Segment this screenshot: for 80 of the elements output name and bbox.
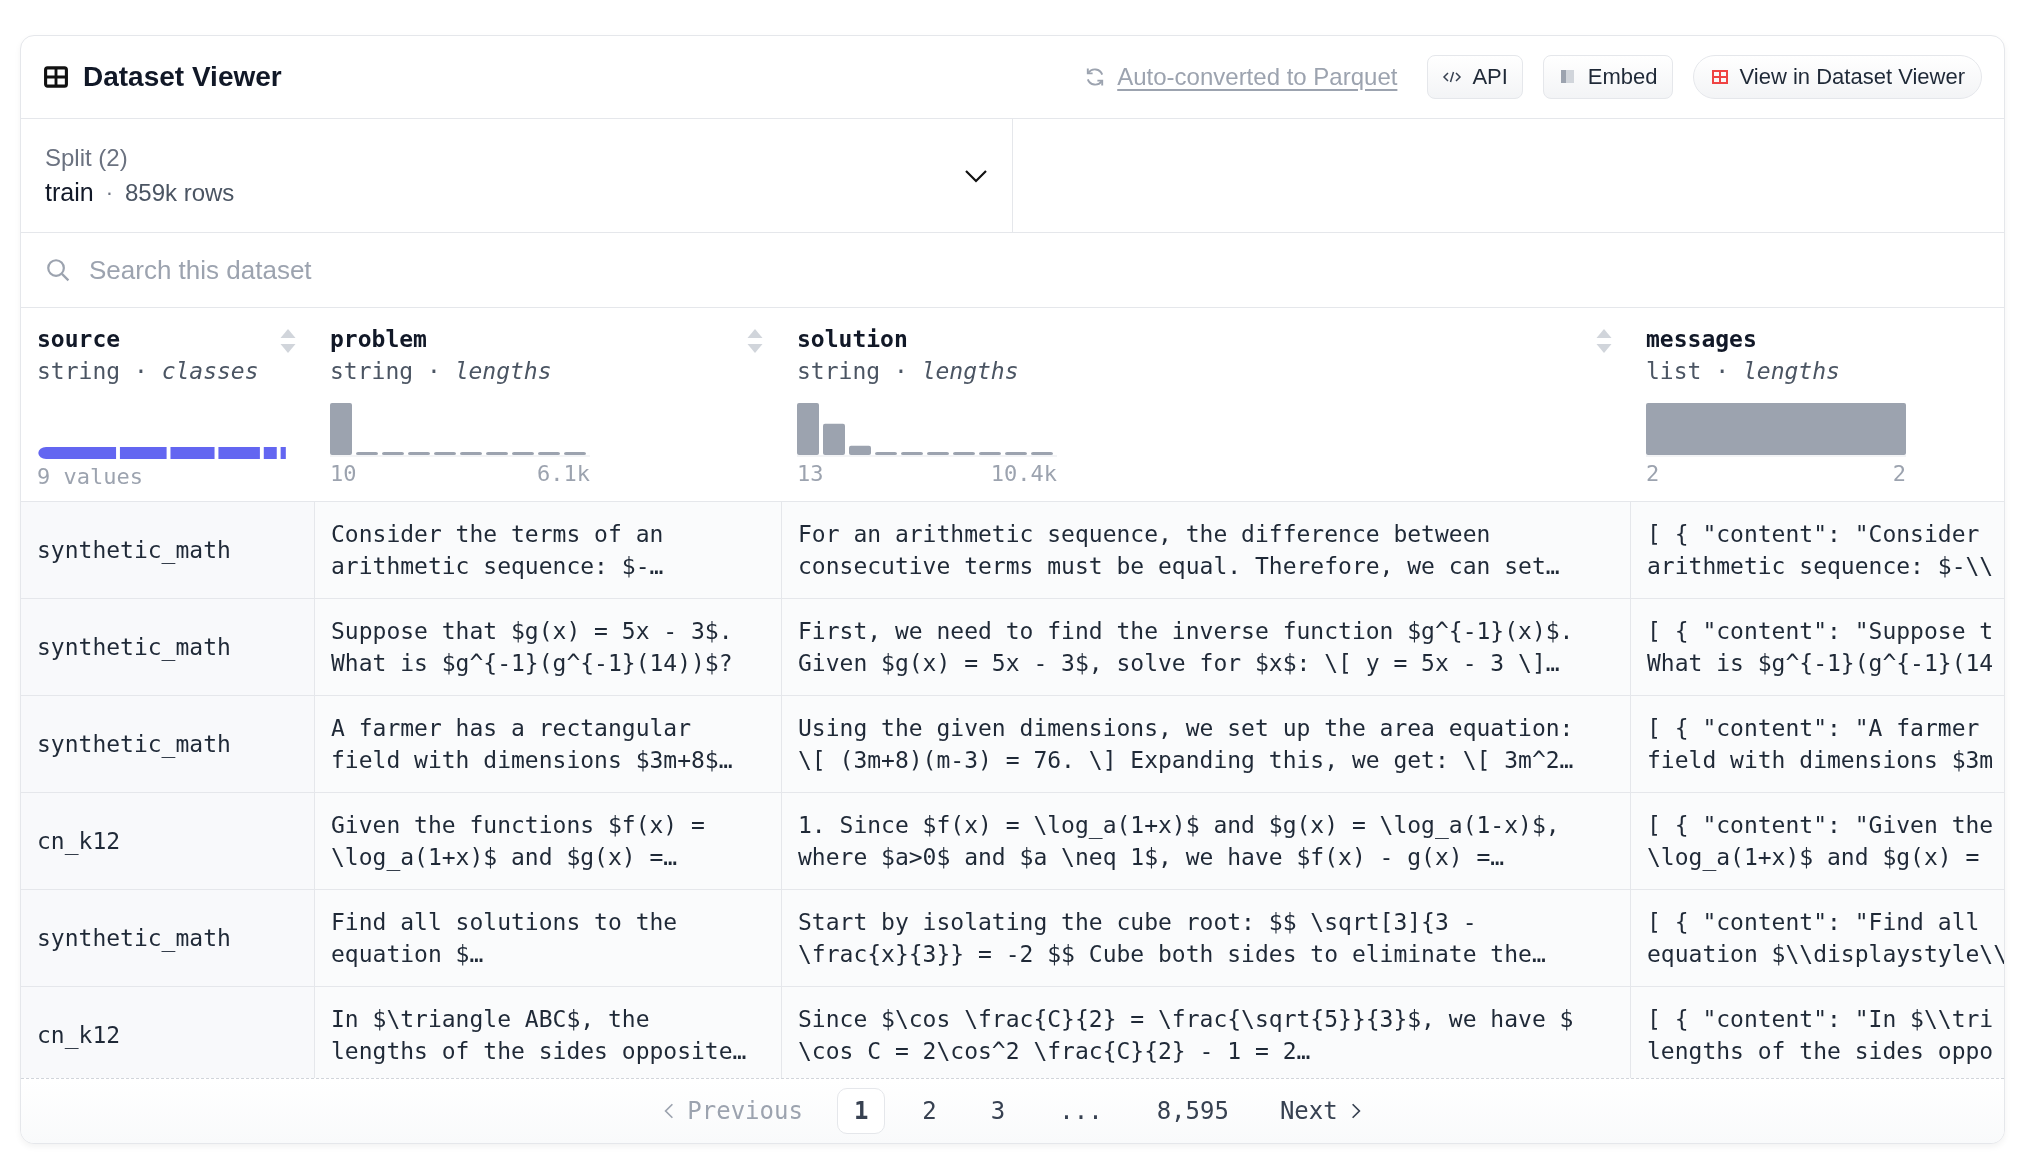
table-cell: Given the functions $f(x) = \log_a(1+x)$ and $g(x) =… <box>314 793 781 890</box>
histogram-bar <box>538 452 560 455</box>
histogram-bar <box>927 452 949 455</box>
chevron-down-icon <box>964 168 988 183</box>
table-cell: 1. Since $f(x) = \log_a(1+x)$ and $g(x) = \log_a(1-x)$, where $a>0$ and $a \neq 1$, we have $f(x) - g(x) =… <box>781 793 1630 890</box>
table-cell: First, we need to find the inverse function $g^{-1}(x)$. Given $g(x) = 5x - 3$, solve for $x$: \[ y = 5x - 3 \]… <box>781 599 1630 696</box>
table-icon <box>1709 67 1730 87</box>
api-button[interactable]: API <box>1427 55 1523 99</box>
page-link[interactable]: 1 <box>836 1088 886 1134</box>
table-cell: For an arithmetic sequence, the difference between consecutive terms must be equal. Therefore, we can set… <box>781 502 1630 599</box>
max-length: 2 <box>1892 461 1906 486</box>
table-cell: [ { "content": "Suppose t What is $g^{-1}(g^{-1}(14 <box>1630 599 2004 696</box>
column-type: string · lengths <box>797 358 1019 384</box>
chevron-right-icon <box>1349 1102 1362 1120</box>
histogram-bar <box>408 452 430 455</box>
chevron-left-icon <box>663 1102 676 1120</box>
table-cell: [ { "content": "A farmer field with dimensions $3m <box>1630 696 2004 793</box>
column-type: list · lengths <box>1646 358 1840 384</box>
histogram-bar <box>797 403 819 455</box>
table-cell: Using the given dimensions, we set up the area equation: \[ (3m+8)(m-3) = 76. \] Expanding this, we get: \[ 3m^2… <box>781 696 1630 793</box>
table-cell: In $\triangle ABC$, the lengths of the sides opposite… <box>314 987 781 1078</box>
column-type: string · classes <box>37 358 259 384</box>
table-cell: [ { "content": "In $\\tri lengths of the sides oppo <box>1630 987 2004 1078</box>
histogram-bar <box>875 452 897 455</box>
histogram-bar <box>1005 452 1027 455</box>
table-cell: synthetic_math <box>21 696 314 793</box>
column-name: solution <box>797 326 909 352</box>
column-name: messages <box>1646 326 1758 352</box>
split-label: Split (2) <box>45 144 128 172</box>
table-cell: [ { "content": "Given the \log_a(1+x)$ and $g(x) = <box>1630 793 2004 890</box>
column-name: problem <box>330 326 428 352</box>
histogram-bar <box>849 445 871 455</box>
table-cell: Find all solutions to the equation $… <box>314 890 781 987</box>
min-length: 10 <box>330 461 357 486</box>
column-type: string · lengths <box>330 358 552 384</box>
histogram-bar <box>901 452 923 455</box>
histogram-bar <box>953 452 975 455</box>
value-count: 9 values <box>37 464 143 489</box>
histogram-bar <box>434 452 456 455</box>
table-cell: synthetic_math <box>21 502 314 599</box>
histogram-bar <box>460 452 482 455</box>
viewer-title: Dataset Viewer <box>83 61 282 93</box>
table-cell: Start by isolating the cube root: $$ \sqrt[3]{3 - \frac{x}{3}} = -2 $$ Cube both sides to eliminate the… <box>781 890 1630 987</box>
min-length: 13 <box>797 461 824 486</box>
next-link[interactable]: Next <box>1259 1097 1382 1125</box>
table-cell: synthetic_math <box>21 599 314 696</box>
row-count: 859k rows <box>124 178 235 207</box>
histogram-bar <box>823 423 845 455</box>
histogram-bar <box>979 452 1001 455</box>
max-length: 6.1k <box>537 461 590 486</box>
table-cell: Consider the terms of an arithmetic sequence: $-… <box>314 502 781 599</box>
page-link[interactable]: 2 <box>905 1088 954 1134</box>
table-cell: synthetic_math <box>21 890 314 987</box>
split-name: train <box>45 178 94 207</box>
histogram-bar <box>1031 452 1053 455</box>
page-link[interactable]: 3 <box>973 1088 1023 1134</box>
search-field[interactable]: Search this dataset <box>87 253 1980 287</box>
page-link[interactable]: 8,595 <box>1139 1088 1246 1134</box>
histogram-bar <box>356 452 378 455</box>
table-cell: cn_k12 <box>21 793 314 890</box>
split-dropdown[interactable]: Split (2) train · 859k rows <box>21 119 1013 232</box>
page-link[interactable]: ... <box>1042 1088 1120 1134</box>
search-icon <box>45 257 71 283</box>
table-cell: A farmer has a rectangular field with dimensions $3m+8$… <box>314 696 781 793</box>
column-name: source <box>37 326 122 352</box>
table-icon <box>43 64 69 90</box>
histogram-bar <box>512 452 534 455</box>
embed-button[interactable]: Embed <box>1542 55 1673 99</box>
dot-separator: · <box>105 179 113 206</box>
max-length: 10.4k <box>990 461 1057 486</box>
histogram-bar <box>486 452 508 455</box>
table-cell: Suppose that $g(x) = 5x - 3$. What is $g^{-1}(g^{-1}(14))$? <box>314 599 781 696</box>
histogram-bar <box>564 452 586 455</box>
table-cell: Since $\cos \frac{C}{2} = \frac{\sqrt{5}}{3}$, we have $ \cos C = 2\cos^2 \frac{C}{2} - 1 = 2… <box>781 987 1630 1078</box>
histogram-bar <box>382 452 404 455</box>
min-length: 2 <box>1646 461 1660 486</box>
histogram-bar <box>330 403 352 455</box>
view-in-viewer-button[interactable]: View in Dataset Viewer <box>1692 55 1982 99</box>
table-cell: cn_k12 <box>21 987 314 1078</box>
table-cell: [ { "content": "Consider arithmetic sequence: $-\\ <box>1630 502 2004 599</box>
